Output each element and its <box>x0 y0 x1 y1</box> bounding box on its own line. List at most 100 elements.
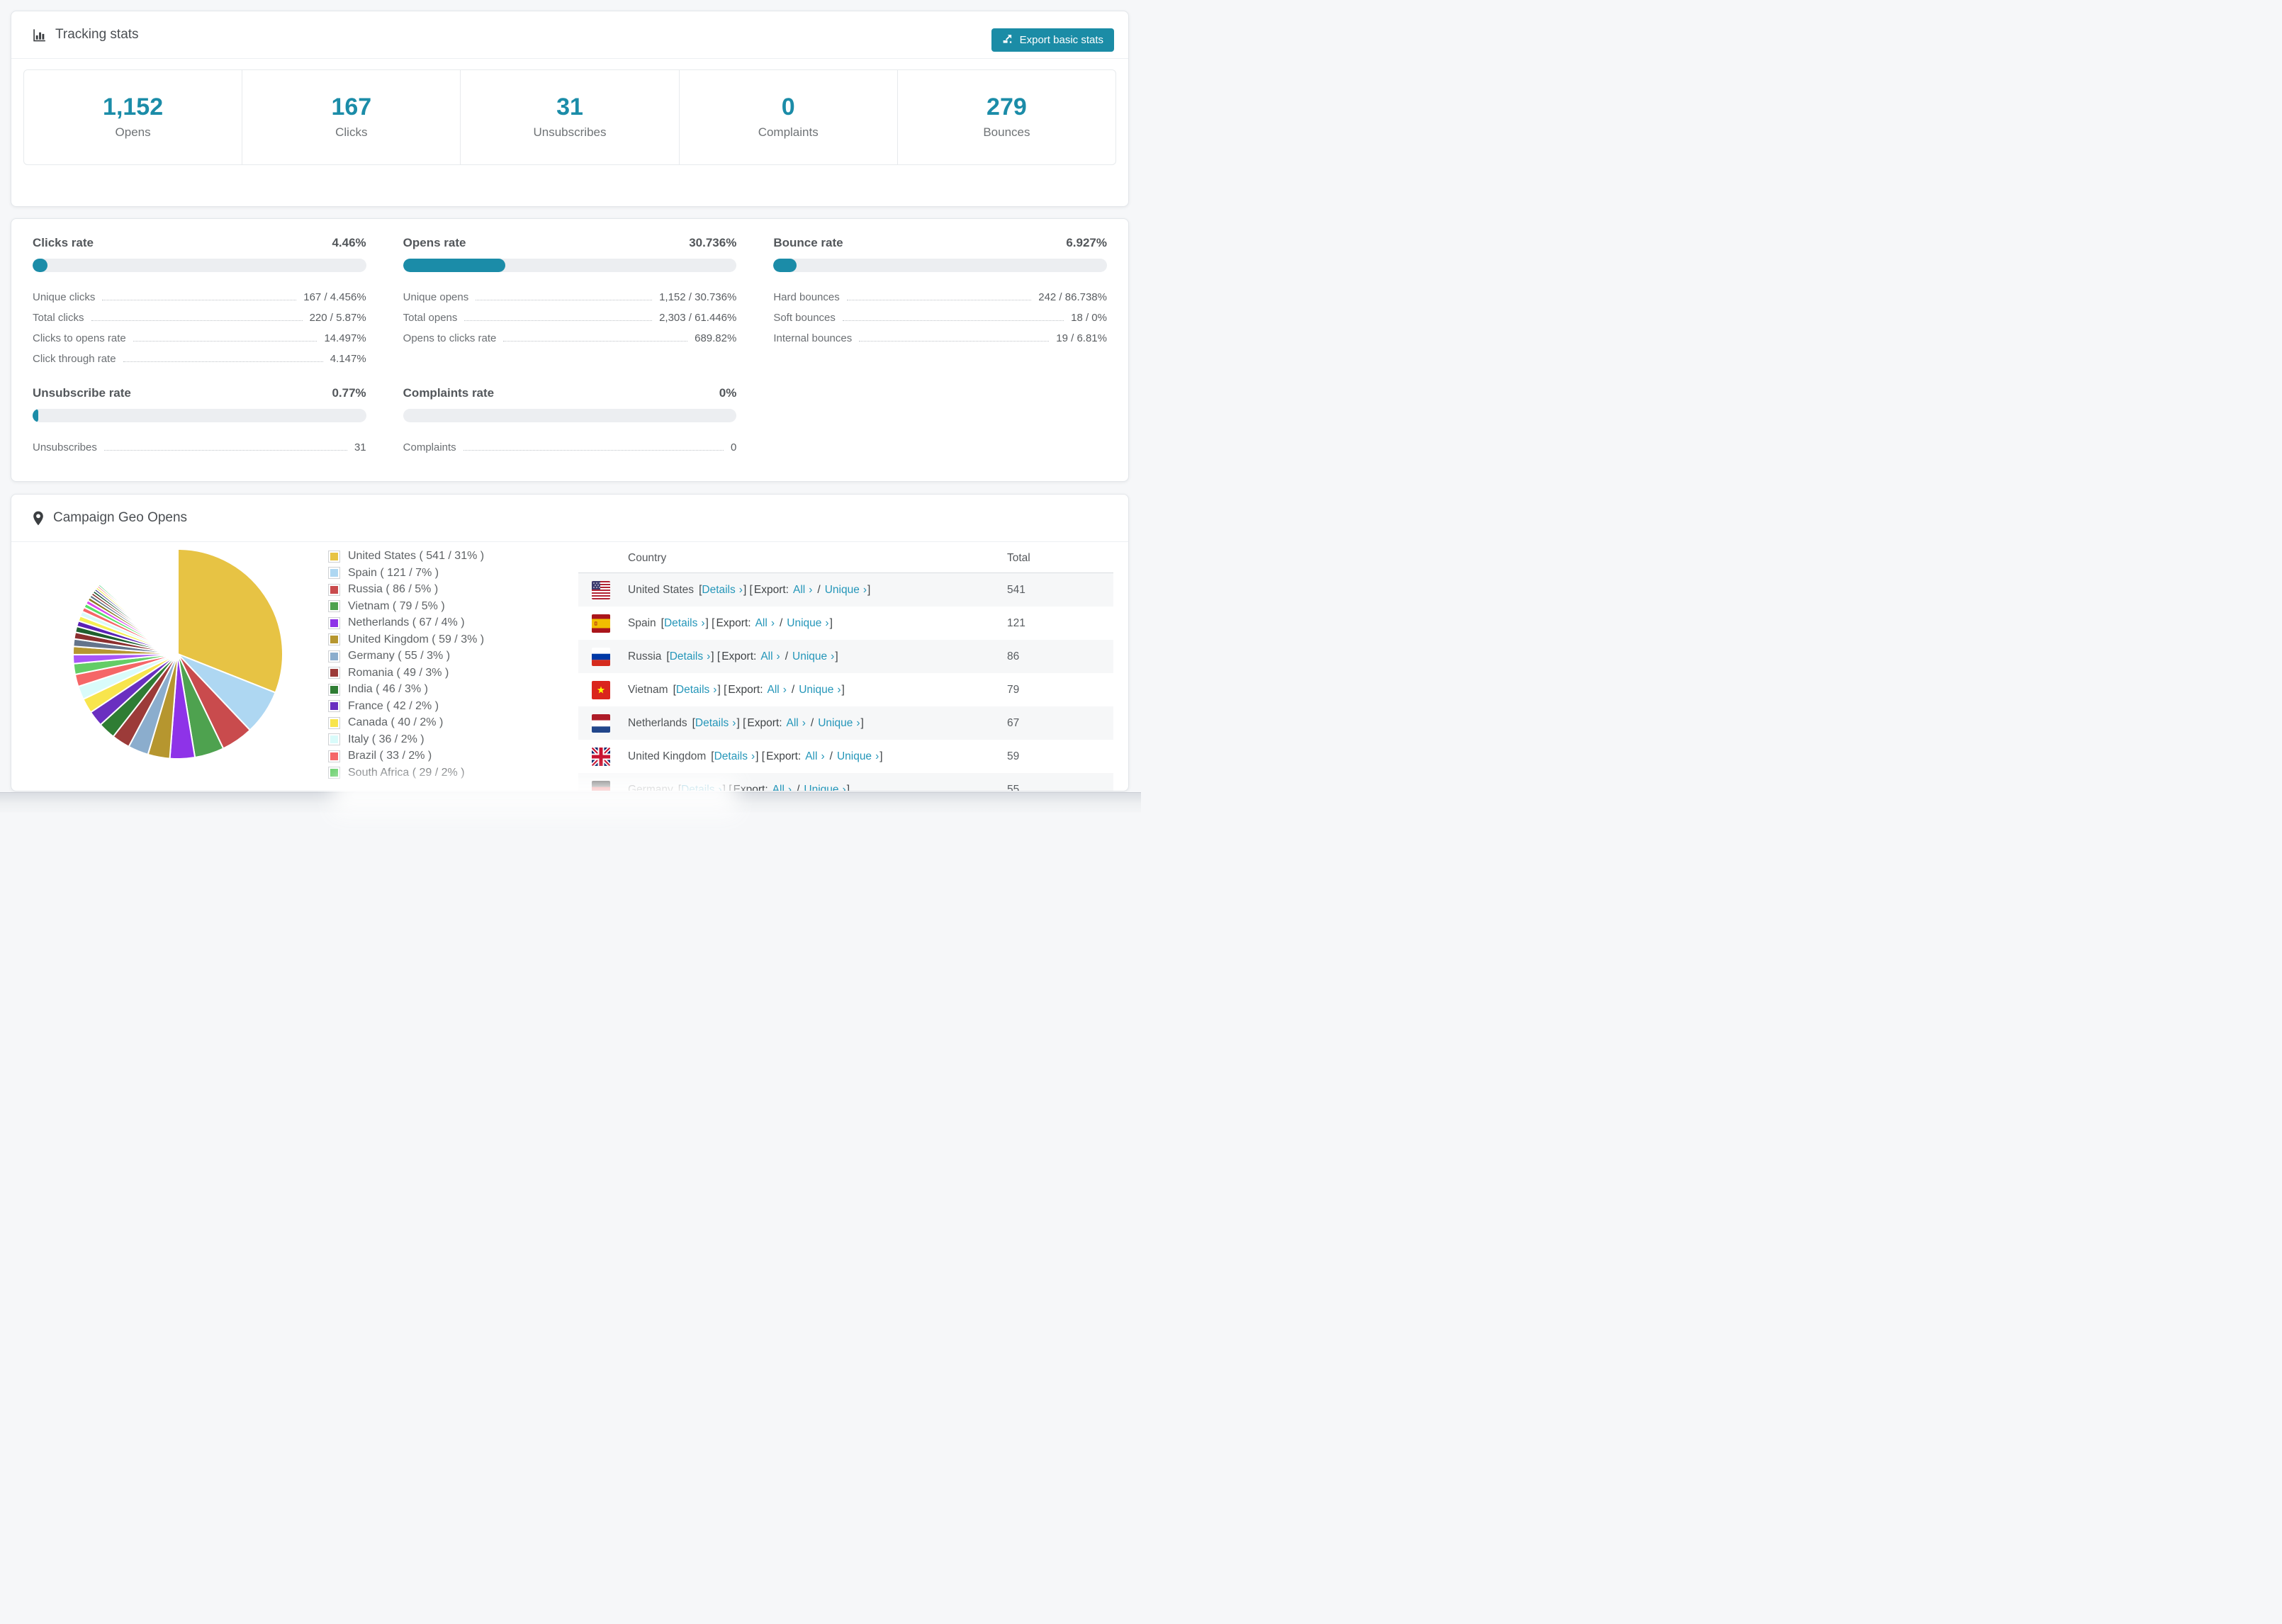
export-unique-link[interactable]: Unique <box>818 717 853 730</box>
legend-swatch <box>328 600 340 612</box>
rate-row-label: Click through rate <box>33 353 116 365</box>
legend-item: Russia ( 86 / 5% ) <box>328 583 484 596</box>
export-all-link[interactable]: All <box>760 650 772 663</box>
country-name: Spain <box>628 616 656 629</box>
bracket: ] <box>846 783 850 791</box>
details-link[interactable]: Details <box>670 650 703 663</box>
rate-title: Complaints rate <box>403 386 495 400</box>
bracket: ] <box>835 650 838 662</box>
rate-row-label: Opens to clicks rate <box>403 332 497 344</box>
total-cell: 79 <box>1007 683 1020 696</box>
export-all-link[interactable]: All <box>755 617 768 630</box>
rate-row-value: 2,303 / 61.446% <box>659 312 737 324</box>
stat-label: Unsubscribes <box>533 125 607 139</box>
bracket: ] <box>841 683 845 696</box>
chevron-right-icon: › <box>787 783 792 791</box>
bracket: ] <box>867 583 871 596</box>
dotted-leader <box>503 341 688 342</box>
details-link[interactable]: Details <box>702 584 735 597</box>
rate-progress-track <box>33 259 366 272</box>
geo-header: Campaign Geo Opens <box>11 495 1128 542</box>
dotted-leader <box>133 341 317 342</box>
dotted-leader <box>91 320 303 321</box>
rate-row-label: Unsubscribes <box>33 441 97 453</box>
details-link[interactable]: Details <box>695 717 729 730</box>
details-link[interactable]: Details <box>714 750 748 763</box>
total-cell: 67 <box>1007 716 1020 729</box>
rate-head: Complaints rate 0% <box>403 386 737 400</box>
tracking-stats-card: Tracking stats Export basic stats 1,152 O… <box>11 11 1129 207</box>
chevron-right-icon: › <box>842 783 846 791</box>
rate-title: Opens rate <box>403 236 466 249</box>
chevron-right-icon: › <box>701 616 705 629</box>
rate-panel-clicks-rate: Clicks rate 4.46% Unique clicks 167 / 4.456… <box>33 236 366 365</box>
export-all-link[interactable]: All <box>805 750 817 763</box>
rate-row: Click through rate 4.147% <box>33 344 366 365</box>
tracking-stats-title-row: Tracking stats <box>33 27 139 43</box>
bracket: [ <box>746 583 753 596</box>
table-row: Vietnam[Details ›] [Export: All › / Unique ›] 7… <box>578 673 1113 706</box>
bracket: [ <box>739 716 746 729</box>
total-cell: 121 <box>1007 616 1025 629</box>
export-all-link[interactable]: All <box>787 717 799 730</box>
country-name: United States <box>628 583 695 596</box>
rate-panel-unsubscribe-rate: Unsubscribe rate 0.77% Unsubscribes 31 <box>33 386 366 453</box>
bracket: ] <box>829 616 833 629</box>
rate-progress-fill <box>403 259 506 272</box>
stat-value: 279 <box>987 94 1027 120</box>
export-unique-link[interactable]: Unique <box>799 684 833 697</box>
export-all-link[interactable]: All <box>768 684 780 697</box>
rate-row-value: 167 / 4.456% <box>303 291 366 303</box>
legend-swatch <box>328 700 340 712</box>
dotted-leader <box>463 450 724 451</box>
export-all-link[interactable]: All <box>772 784 785 791</box>
details-link[interactable]: Details <box>676 684 709 697</box>
rate-row: Unique opens 1,152 / 30.736% <box>403 283 737 303</box>
rate-progress-track <box>33 409 366 422</box>
export-unique-link[interactable]: Unique <box>837 750 872 763</box>
stat-label: Clicks <box>335 125 368 139</box>
export-unique-link[interactable]: Unique <box>804 784 838 791</box>
legend-label: Italy ( 36 / 2% ) <box>348 733 425 745</box>
rate-row-value: 18 / 0% <box>1071 312 1107 324</box>
rate-panel-complaints-rate: Complaints rate 0% Complaints 0 <box>403 386 737 453</box>
rate-value: 0% <box>719 386 737 400</box>
dotted-leader <box>842 320 1064 321</box>
rate-head: Opens rate 30.736% <box>403 236 737 250</box>
rate-row-value: 19 / 6.81% <box>1056 332 1107 344</box>
slash-separator: / <box>829 750 833 762</box>
bracket: [ <box>708 616 715 629</box>
country-column-header: Country <box>628 552 667 564</box>
export-label: Export: <box>753 583 789 596</box>
stat-label: Complaints <box>758 125 819 139</box>
dotted-leader <box>464 320 653 321</box>
stat-cell: 0 Complaints <box>680 70 898 164</box>
bar-chart-icon <box>33 28 46 42</box>
map-pin-icon <box>33 511 44 526</box>
export-unique-link[interactable]: Unique <box>787 617 821 630</box>
table-row: Russia[Details ›] [Export: All › / Unique ›] 86 <box>578 640 1113 673</box>
export-label: Export: <box>733 783 768 791</box>
legend-item: Vietnam ( 79 / 5% ) <box>328 600 484 613</box>
slash-separator: / <box>817 583 821 596</box>
legend-label: Vietnam ( 79 / 5% ) <box>348 599 445 612</box>
export-all-link[interactable]: All <box>793 584 805 597</box>
geo-pie-legend: United States ( 541 / 31% ) Spain ( 121 /… <box>328 550 484 783</box>
details-link[interactable]: Details <box>664 617 697 630</box>
rate-title: Clicks rate <box>33 236 94 249</box>
flag-gb-icon <box>592 747 610 766</box>
export-unique-link[interactable]: Unique <box>825 584 860 597</box>
country-name: Netherlands <box>628 716 687 729</box>
table-row: United Kingdom[Details ›] [Export: All › / Un… <box>578 740 1113 773</box>
legend-swatch <box>328 567 340 579</box>
chevron-right-icon: › <box>751 750 755 762</box>
export-icon <box>1002 33 1013 47</box>
stat-label: Bounces <box>983 125 1030 139</box>
rate-head: Bounce rate 6.927% <box>773 236 1107 250</box>
export-basic-stats-button[interactable]: Export basic stats <box>991 28 1114 52</box>
stat-cell: 167 Clicks <box>242 70 461 164</box>
rate-rows: Unique opens 1,152 / 30.736% Total opens 2,… <box>403 283 737 344</box>
export-unique-link[interactable]: Unique <box>792 650 827 663</box>
stat-value: 0 <box>781 94 795 120</box>
legend-item: Canada ( 40 / 2% ) <box>328 716 484 729</box>
